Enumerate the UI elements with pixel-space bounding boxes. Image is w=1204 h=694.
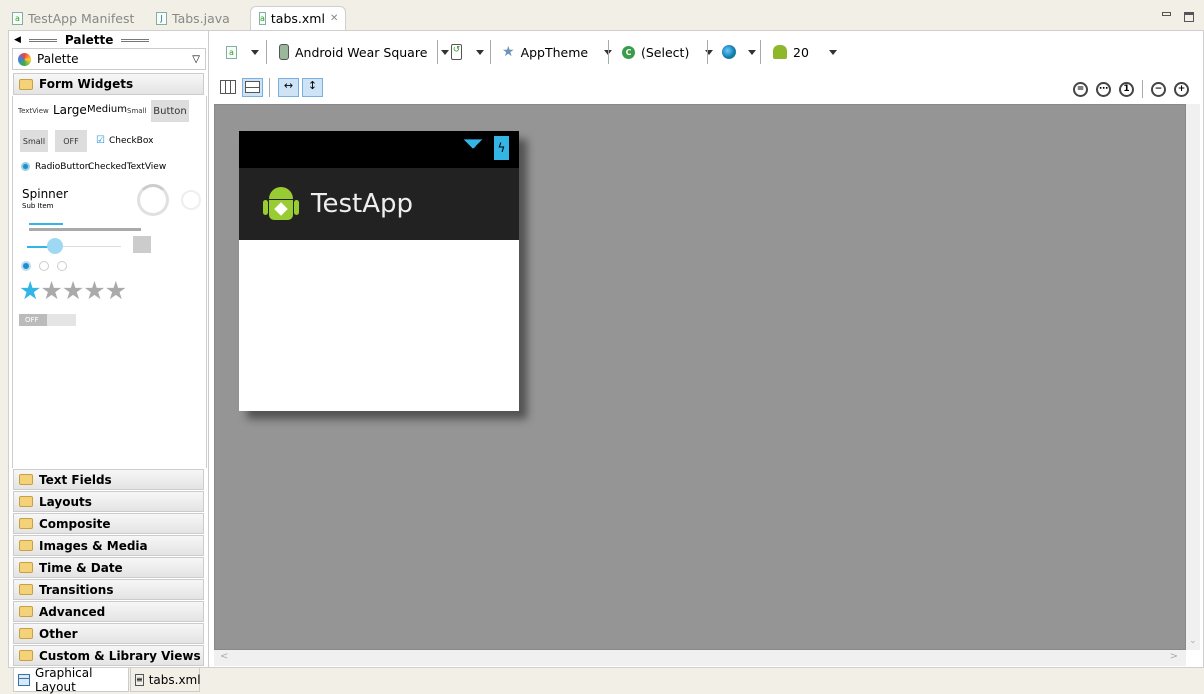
zoom-fit-icon[interactable]: = [1073, 81, 1088, 97]
progress-large-icon[interactable] [137, 184, 169, 216]
device-dropdown[interactable]: Android Wear Square [279, 40, 450, 64]
zoom-100-icon[interactable]: 1 [1119, 81, 1134, 97]
folder-icon [19, 606, 33, 617]
palette-header: ◀ Palette [14, 33, 204, 47]
category-transitions[interactable]: Transitions [13, 579, 204, 600]
seekbar[interactable] [27, 238, 121, 254]
android-icon [773, 45, 787, 59]
palette-dropdown[interactable]: Palette ▽ [12, 48, 206, 70]
widget-small[interactable]: Small [127, 107, 146, 115]
widget-checkedtextview[interactable]: CheckedTextView [88, 162, 166, 172]
checkbox-icon[interactable]: ☑ [96, 135, 105, 146]
battery-icon: ϟ [494, 136, 509, 160]
android-file-icon: a [226, 45, 237, 59]
category-text-fields[interactable]: Text Fields [13, 469, 204, 490]
tab-tabs-xml[interactable]: a tabs.xml ✕ [250, 6, 346, 30]
app-title: TestApp [311, 189, 413, 219]
chevron-down-icon [476, 49, 484, 55]
activity-icon: C [622, 45, 635, 59]
category-composite[interactable]: Composite [13, 513, 204, 534]
theme-dropdown[interactable]: ★ AppTheme [502, 40, 613, 64]
chevron-down-icon [748, 49, 756, 55]
zoom-out-icon[interactable]: − [1151, 81, 1166, 97]
device-preview[interactable]: ϟ TestApp [239, 131, 519, 411]
layout-icon [18, 673, 31, 686]
folder-icon [19, 584, 33, 595]
vertical-scrollbar[interactable]: ⌄ [1186, 104, 1200, 650]
java-file-icon: J [156, 11, 167, 25]
globe-icon [722, 45, 736, 59]
tab-manifest[interactable]: a TestApp Manifest [4, 6, 142, 30]
stacked-button[interactable] [242, 78, 263, 97]
tab-tabs-java[interactable]: J Tabs.java [148, 6, 238, 30]
minimize-icon[interactable] [1162, 12, 1171, 16]
radio-group-icon[interactable] [21, 261, 67, 271]
rating-bar[interactable]: ★★★★★ [19, 276, 127, 305]
config-chooser[interactable]: a [226, 40, 259, 64]
widget-spinner-subitem: Sub Item [22, 202, 54, 210]
status-bar: ϟ [239, 131, 519, 168]
folder-icon [19, 474, 33, 485]
maximize-icon[interactable] [1184, 12, 1194, 22]
category-custom-library-views[interactable]: Custom & Library Views [13, 645, 204, 666]
widget-spinner[interactable]: Spinner [22, 187, 68, 201]
widget-radiobutton[interactable]: RadioButton [35, 162, 90, 172]
activity-dropdown[interactable]: C (Select) [622, 40, 714, 64]
folder-icon [19, 518, 33, 529]
palette-icon [18, 52, 31, 66]
widget-toggle-button[interactable]: OFF [55, 130, 87, 152]
side-by-side-button[interactable] [220, 80, 236, 94]
folder-icon [19, 650, 33, 661]
panel-divider[interactable] [208, 30, 209, 668]
chevron-down-icon: ▽ [192, 53, 200, 65]
api-level-dropdown[interactable]: 20 [773, 40, 837, 64]
folder-icon [19, 496, 33, 507]
widget-textview[interactable]: TextView [18, 107, 49, 115]
category-layouts[interactable]: Layouts [13, 491, 204, 512]
close-icon[interactable]: ✕ [330, 13, 338, 24]
palette-content: TextView Large Medium Small Button Small… [12, 96, 207, 468]
category-advanced[interactable]: Advanced [13, 601, 204, 622]
category-images-media[interactable]: Images & Media [13, 535, 204, 556]
progress-bar-horizontal[interactable] [29, 223, 141, 231]
widget-medium[interactable]: Medium [87, 104, 127, 115]
quick-contact-badge-icon[interactable] [133, 236, 151, 253]
chevron-down-icon [828, 49, 837, 55]
folder-icon [19, 540, 33, 551]
progress-small-icon[interactable] [181, 190, 201, 210]
android-file-icon: a [12, 11, 23, 25]
tab-graphical-layout[interactable]: Graphical Layout [13, 666, 129, 694]
android-file-icon: a [259, 12, 266, 25]
category-other[interactable]: Other [13, 623, 204, 644]
tab-xml-source[interactable]: ≡ tabs.xml [130, 668, 201, 692]
zoom-real-size-icon[interactable]: ⋯ [1096, 81, 1111, 97]
category-time-date[interactable]: Time & Date [13, 557, 204, 578]
horizontal-scrollbar[interactable]: < > [214, 650, 1186, 666]
action-bar: TestApp [239, 168, 519, 240]
orientation-dropdown[interactable]: ↺ [451, 40, 484, 64]
star-icon: ★ [502, 44, 515, 60]
app-launcher-icon [263, 183, 299, 225]
folder-open-icon [19, 78, 33, 90]
chevron-down-icon [441, 49, 450, 55]
widget-switch[interactable]: OFF [19, 314, 76, 326]
fill-width-button[interactable]: ↔ [278, 78, 299, 97]
rotate-icon: ↺ [451, 44, 462, 60]
radio-icon[interactable] [21, 162, 30, 171]
chevron-down-icon [251, 49, 259, 55]
wifi-icon [457, 139, 489, 158]
folder-icon [19, 562, 33, 573]
device-icon [279, 44, 289, 60]
zoom-in-icon[interactable]: + [1174, 81, 1189, 97]
widget-small-button[interactable]: Small [20, 130, 48, 152]
folder-icon [19, 628, 33, 639]
widget-button[interactable]: Button [151, 100, 189, 122]
widget-checkbox[interactable]: CheckBox [109, 136, 153, 146]
widget-large[interactable]: Large [53, 103, 87, 117]
collapse-arrow-icon[interactable]: ◀ [14, 35, 21, 45]
locale-dropdown[interactable] [722, 40, 756, 64]
category-form-widgets[interactable]: Form Widgets [13, 73, 204, 95]
fill-height-button[interactable]: ↕ [302, 78, 323, 97]
xml-file-icon: ≡ [135, 673, 144, 686]
